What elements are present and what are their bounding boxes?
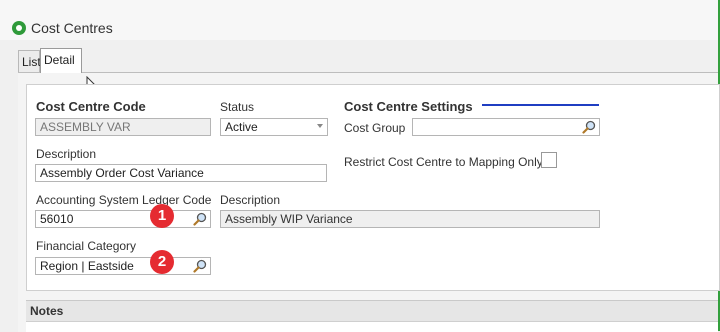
app-logo-icon [12,21,26,35]
notes-header: Notes [26,300,718,321]
status-select[interactable]: Active [220,118,328,136]
magnifier-icon[interactable] [193,259,207,273]
financial-category-label: Financial Category [36,239,137,253]
status-value: Active [225,120,258,134]
cost-group-label: Cost Group [344,121,406,135]
ledger-code-field[interactable]: 56010 [35,210,211,228]
chevron-down-icon[interactable] [317,124,323,128]
status-label: Status [220,100,255,114]
tab-list[interactable]: List [18,50,41,72]
cost-centre-code-label: Cost Centre Code [36,99,146,114]
notes-label: Notes [30,304,64,318]
description-label: Description [36,147,97,161]
annotation-badge: 1 [150,204,174,228]
ledger-code-label: Accounting System Ledger Code [36,193,212,207]
tab-detail[interactable]: Detail [40,48,82,73]
magnifier-icon[interactable] [193,212,207,226]
annotation-badge: 2 [150,250,174,274]
restrict-label: Restrict Cost Centre to Mapping Only [344,155,543,169]
ledger-description-field[interactable]: Assembly WIP Variance [220,210,600,228]
financial-category-field[interactable]: Region | Eastside [35,257,211,275]
magnifier-icon[interactable] [582,120,596,134]
notes-textarea[interactable] [26,321,718,332]
description-field[interactable]: Assembly Order Cost Variance [35,164,327,182]
cost-centre-settings-label: Cost Centre Settings [344,99,473,114]
cost-group-field[interactable] [412,118,600,136]
window-title: Cost Centres [31,20,113,36]
ledger-description-label: Description [220,193,281,207]
restrict-checkbox[interactable] [541,152,557,168]
settings-divider [482,104,599,106]
cost-centre-code-field[interactable]: ASSEMBLY VAR [35,118,211,136]
